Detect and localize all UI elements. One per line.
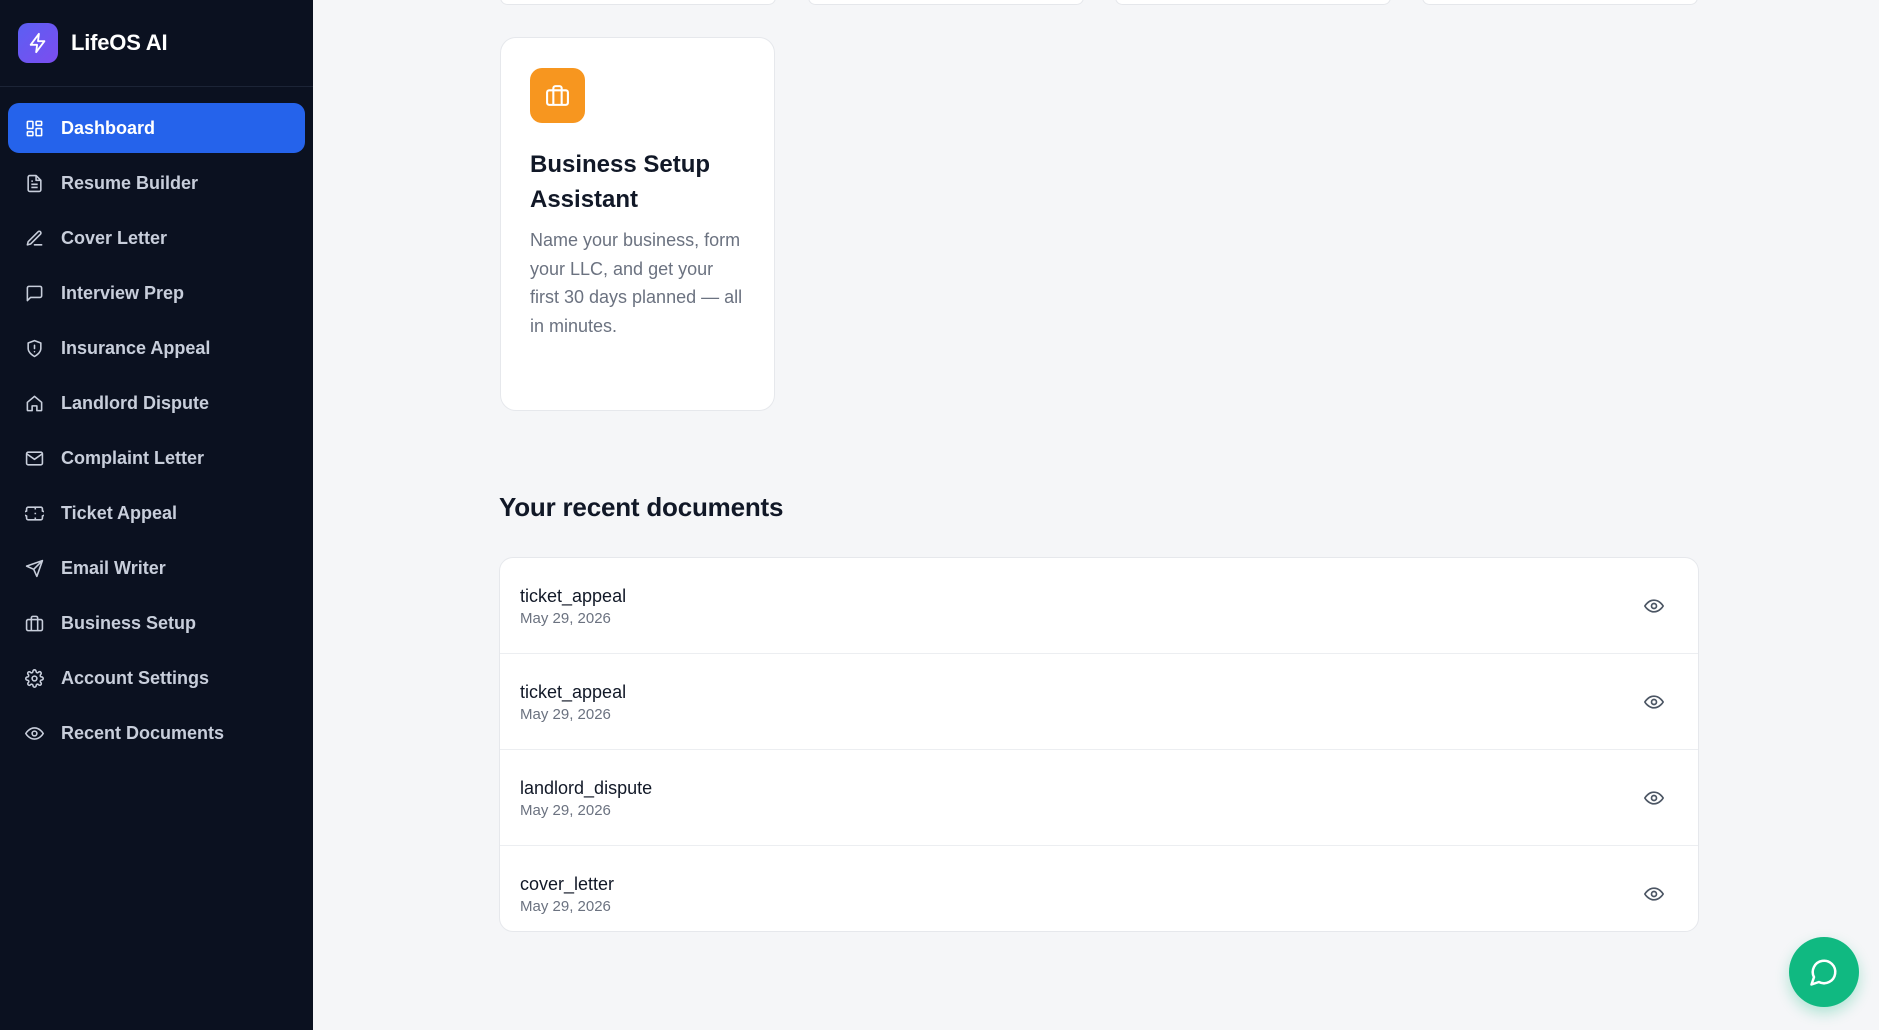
gear-icon [24,668,44,688]
sidebar-item-label: Ticket Appeal [61,502,178,523]
brand[interactable]: LifeOS AI [0,0,313,87]
card-title: Business Setup Assistant [530,151,711,213]
document-info: landlord_dispute May 29, 2026 [520,777,652,819]
document-date: May 29, 2026 [520,705,611,723]
sidebar-item-label: Business Setup [61,612,197,633]
document-date: May 29, 2026 [520,898,611,915]
document-info: cover_letter May 29, 2026 [520,873,614,915]
sidebar-item-interview-prep[interactable]: Interview Prep [8,268,305,318]
business-setup-card[interactable]: Business Setup Assistant Name your busin… [500,37,775,411]
chat-button[interactable] [1789,937,1859,1007]
recent-documents-list: ticket_appeal May 29, 2026 ticket_appeal… [499,557,1699,932]
list-item[interactable]: ticket_appeal May 29, 2026 [500,558,1698,654]
sidebar: LifeOS AI Dashboard Resume Builder Cover… [0,0,313,1030]
tool-card-partial[interactable] [500,0,776,5]
sidebar-item-resume-builder[interactable]: Resume Builder [8,158,305,208]
document-name: ticket_appeal [520,585,627,606]
brand-name: LifeOS AI [71,30,168,55]
tool-card-partial[interactable] [1115,0,1391,5]
sidebar-item-label: Dashboard [61,117,156,138]
mail-icon [24,448,44,468]
sidebar-item-email-writer[interactable]: Email Writer [8,543,305,593]
sidebar-nav: Dashboard Resume Builder Cover Letter In… [0,87,313,758]
document-info: ticket_appeal May 29, 2026 [520,585,626,627]
sidebar-item-label: Account Settings [61,667,210,688]
document-info: ticket_appeal May 29, 2026 [520,681,626,723]
home-icon [24,393,44,413]
app-root: LifeOS AI Dashboard Resume Builder Cover… [0,0,1879,1030]
send-icon [24,558,44,578]
sidebar-item-label: Insurance Appeal [61,337,211,358]
sidebar-item-dashboard[interactable]: Dashboard [8,103,305,153]
sidebar-item-ticket-appeal[interactable]: Ticket Appeal [8,488,305,538]
sidebar-item-label: Recent Documents [61,722,225,743]
tool-card-partial[interactable] [808,0,1084,5]
shield-icon [24,338,44,358]
list-item[interactable]: landlord_dispute May 29, 2026 [500,750,1698,846]
sidebar-item-insurance-appeal[interactable]: Insurance Appeal [8,323,305,373]
sidebar-item-recent-documents[interactable]: Recent Documents [8,708,305,758]
ticket-icon [24,503,44,523]
sidebar-item-account-settings[interactable]: Account Settings [8,653,305,703]
dashboard-grid-icon [24,118,44,138]
sidebar-item-label: Interview Prep [61,282,185,303]
list-item[interactable]: cover_letter May 29, 2026 [500,846,1698,931]
card-description: Name your business, form your LLC, and g… [530,230,743,336]
eye-icon [24,723,44,743]
sidebar-item-business-setup[interactable]: Business Setup [8,598,305,648]
recent-documents-title: Your recent documents [499,492,784,522]
eye-icon[interactable] [1640,880,1668,908]
sidebar-item-label: Resume Builder [61,172,199,193]
eye-icon[interactable] [1640,688,1668,716]
briefcase-icon [24,613,44,633]
sidebar-item-label: Complaint Letter [61,447,205,468]
document-date: May 29, 2026 [520,609,611,627]
sidebar-item-complaint-letter[interactable]: Complaint Letter [8,433,305,483]
eye-icon[interactable] [1640,592,1668,620]
sidebar-item-label: Cover Letter [61,227,168,248]
chat-bubble-icon [1809,957,1839,987]
document-name: landlord_dispute [520,777,653,798]
document-icon [24,173,44,193]
document-name: ticket_appeal [520,681,627,702]
chat-bubble-icon [24,283,44,303]
sidebar-item-landlord-dispute[interactable]: Landlord Dispute [8,378,305,428]
list-item[interactable]: ticket_appeal May 29, 2026 [500,654,1698,750]
lightning-icon [18,23,58,63]
document-date: May 29, 2026 [520,801,611,819]
document-name: cover_letter [520,874,615,894]
pen-icon [24,228,44,248]
sidebar-item-cover-letter[interactable]: Cover Letter [8,213,305,263]
briefcase-icon [530,68,585,123]
sidebar-item-label: Email Writer [61,557,166,578]
sidebar-item-label: Landlord Dispute [61,392,209,413]
tool-card-partial[interactable] [1422,0,1698,5]
eye-icon[interactable] [1640,784,1668,812]
